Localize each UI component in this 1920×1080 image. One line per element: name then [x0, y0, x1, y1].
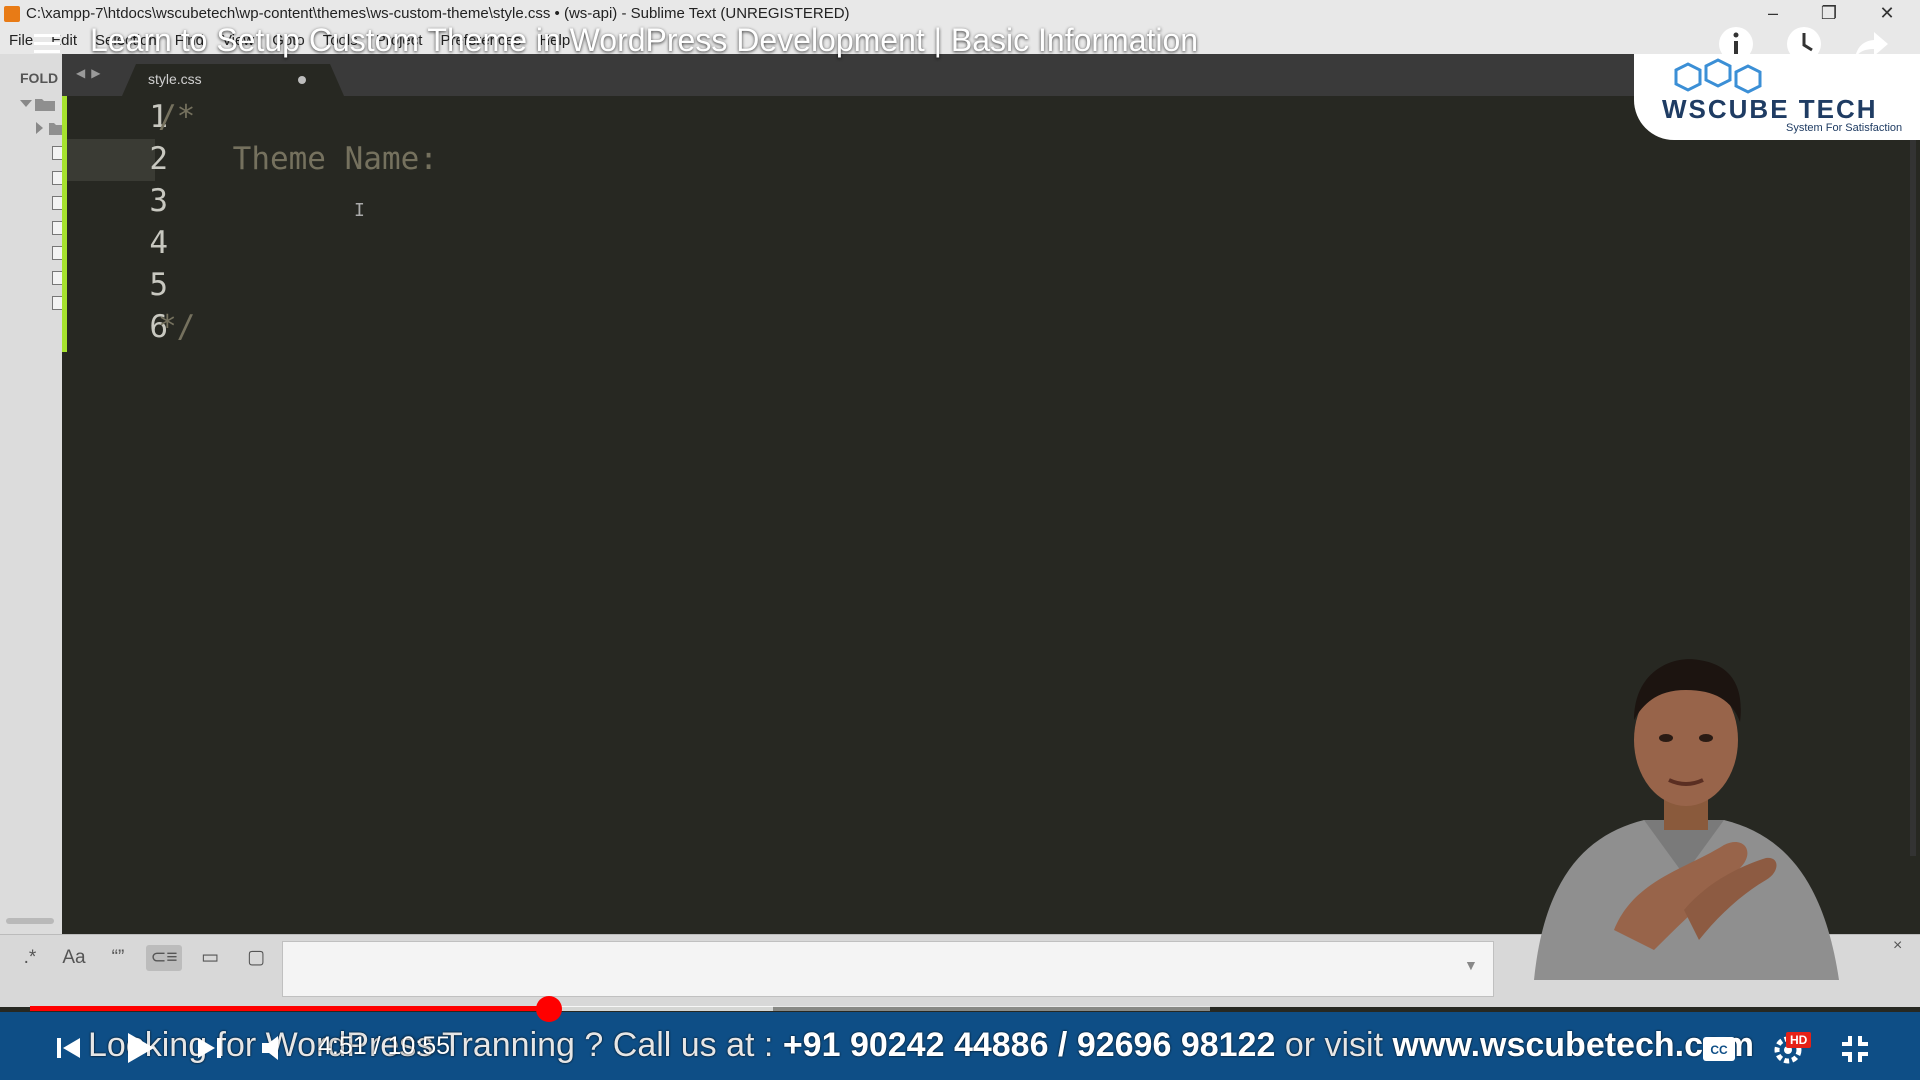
folders-heading: FOLD — [20, 70, 59, 86]
code-line[interactable]: Theme Name: — [158, 138, 438, 180]
regex-toggle[interactable]: .* — [16, 945, 44, 971]
sidebar-scrollbar[interactable] — [6, 918, 54, 924]
find-close-icon[interactable]: × — [1893, 937, 1902, 955]
line-number: 3 — [149, 183, 168, 219]
ticker-site: www.wscubetech.com — [1392, 1026, 1755, 1064]
sublime-app-icon — [4, 6, 20, 22]
folder-icon[interactable] — [48, 120, 62, 136]
channel-name: WSCUBE TECH — [1662, 94, 1878, 124]
unsaved-dot-icon[interactable] — [298, 76, 306, 84]
tab-nav-arrows-icon[interactable]: ◀▶ — [76, 66, 106, 80]
tab-label: style.css — [148, 71, 202, 87]
whole-word-toggle[interactable]: “” — [104, 945, 132, 971]
line-number: 5 — [149, 267, 168, 303]
code-line[interactable]: */ — [158, 306, 195, 348]
folder-open-icon[interactable] — [34, 96, 56, 112]
wrap-toggle[interactable]: ⊂≡ — [146, 945, 182, 971]
volume-icon[interactable] — [260, 1034, 292, 1062]
exit-fullscreen-icon[interactable] — [1840, 1034, 1870, 1064]
in-selection-toggle[interactable]: ▭ — [196, 945, 224, 971]
playlist-menu-icon[interactable] — [34, 34, 64, 54]
hd-badge: HD — [1786, 1032, 1812, 1048]
expand-arrow-icon[interactable] — [20, 100, 32, 113]
video-title[interactable]: Learn to Setup Custom Theme in WordPress… — [90, 22, 1198, 59]
captions-icon[interactable]: CC — [1702, 1036, 1736, 1062]
find-input[interactable] — [282, 941, 1494, 997]
highlight-matches-toggle[interactable]: ▢ — [242, 945, 270, 971]
presenter-video-image — [1534, 659, 1839, 980]
previous-icon[interactable] — [54, 1034, 82, 1062]
channel-tagline: System For Satisfaction — [1786, 122, 1903, 134]
ticker-mid: or visit — [1275, 1026, 1393, 1064]
text-cursor-icon: I — [354, 200, 365, 221]
play-icon[interactable] — [124, 1030, 156, 1066]
line-number: 4 — [149, 225, 168, 261]
editor-scrollbar[interactable] — [1910, 136, 1916, 856]
time-display: 4:51 / 10:55 — [318, 1032, 451, 1060]
find-history-dropdown-icon[interactable]: ▼ — [1464, 957, 1478, 973]
channel-logo[interactable]: WSCUBE TECH System For Satisfaction — [1634, 54, 1920, 140]
ticker-phone: +91 90242 44886 / 92696 98122 — [782, 1026, 1276, 1064]
progress-played[interactable] — [30, 1006, 549, 1011]
tab-style-css[interactable]: style.css — [122, 64, 344, 96]
svg-text:CC: CC — [1710, 1043, 1728, 1057]
modified-lines-marker — [62, 96, 67, 352]
case-sensitive-toggle[interactable]: Aa — [60, 945, 88, 971]
next-icon[interactable] — [196, 1034, 224, 1062]
folders-sidebar: FOLD — [0, 54, 64, 934]
progress-scrubber[interactable] — [536, 996, 562, 1022]
code-line[interactable]: /* — [158, 96, 195, 138]
